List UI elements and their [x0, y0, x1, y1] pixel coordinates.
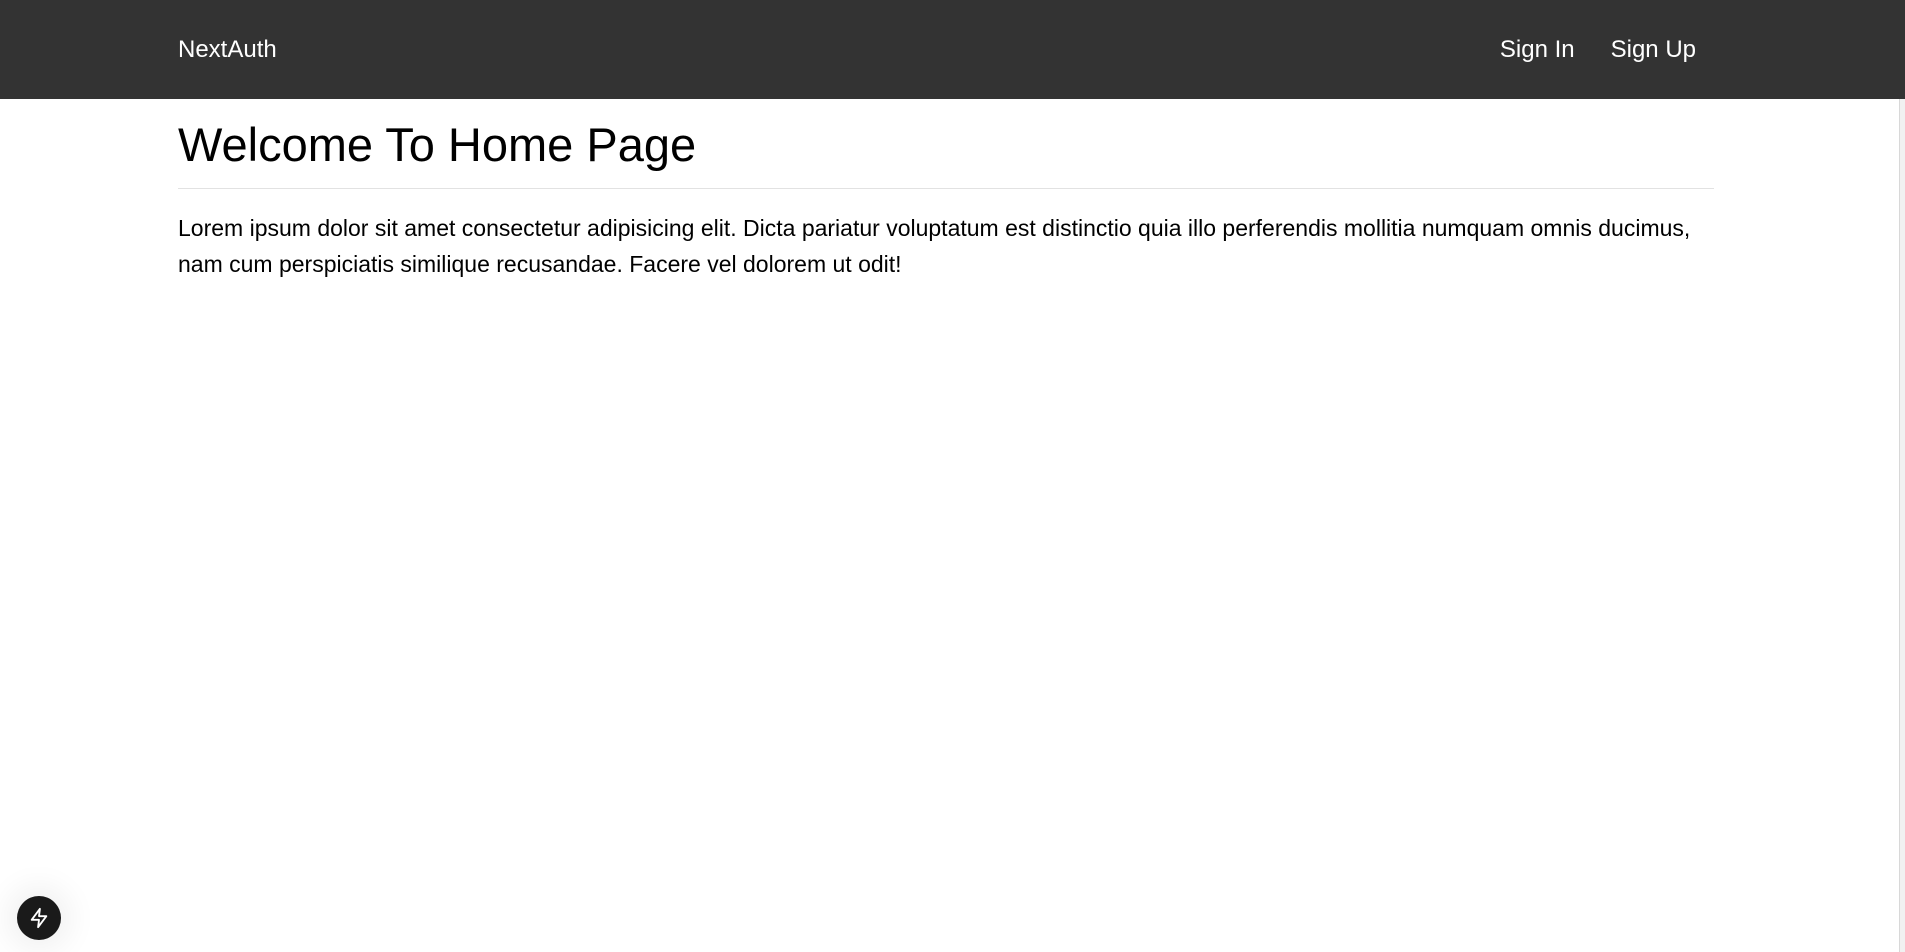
page-title: Welcome To Home Page — [178, 118, 697, 171]
scrollbar[interactable] — [1899, 99, 1905, 952]
divider — [178, 188, 1714, 189]
sign-in-link[interactable]: Sign In — [1500, 36, 1575, 64]
sign-up-link[interactable]: Sign Up — [1611, 36, 1696, 64]
dev-tools-button[interactable] — [17, 896, 61, 940]
brand-link[interactable]: NextAuth — [178, 36, 277, 64]
navbar: NextAuth Sign In Sign Up — [0, 0, 1905, 99]
intro-paragraph: Lorem ipsum dolor sit amet consectetur a… — [178, 215, 1691, 277]
nav-links: Sign In Sign Up — [1500, 36, 1696, 64]
lightning-bolt-icon — [28, 907, 50, 929]
main-content: Welcome To Home Page Lorem ipsum dolor s… — [178, 99, 1714, 282]
